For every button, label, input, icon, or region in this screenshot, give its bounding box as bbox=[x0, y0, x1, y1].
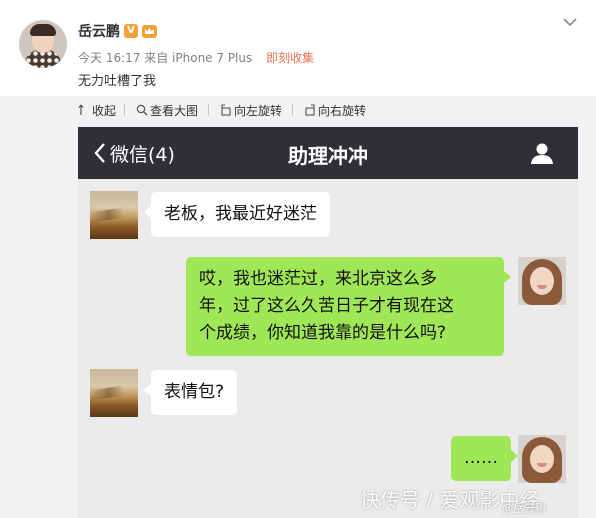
rotate-left-label: 向左旋转 bbox=[234, 103, 283, 118]
post-header: 岳云鹏 V 今天 16:17 来自 iPhone 7 Plus 即刻收集 无力吐… bbox=[0, 0, 596, 96]
post-time: 今天 16:17 bbox=[78, 51, 141, 65]
collapse-button[interactable]: 收起 bbox=[78, 102, 116, 118]
chat-nav-bar: 微信(4) 助理冲冲 bbox=[78, 127, 578, 179]
rotate-right-label: 向右旋转 bbox=[318, 103, 367, 118]
rotate-left-icon bbox=[221, 104, 231, 116]
collect-link[interactable]: 即刻收集 bbox=[266, 51, 314, 65]
message-bubble: 哎，我也迷茫过，来北京这么多 年，过了这么久苦日子才有现在这 个成绩，你知道我靠… bbox=[186, 257, 511, 356]
toolbar-divider bbox=[124, 104, 125, 116]
rotate-right-button[interactable]: 向右旋转 bbox=[304, 102, 366, 118]
verified-badge-icon: V bbox=[124, 24, 138, 38]
message-text: 老板，我最近好迷茫 bbox=[164, 204, 317, 224]
message-line: 年，过了这么久苦日子才有现在这 bbox=[199, 296, 454, 316]
post-text: 无力吐槽了我 bbox=[78, 74, 157, 89]
zoom-icon bbox=[136, 104, 148, 116]
post-source: 来自 iPhone 7 Plus bbox=[144, 51, 253, 65]
post-meta: 今天 16:17 来自 iPhone 7 Plus 即刻收集 bbox=[78, 49, 314, 66]
user-avatar[interactable] bbox=[19, 20, 67, 68]
view-large-button[interactable]: 查看大图 bbox=[136, 102, 198, 118]
toolbar-divider bbox=[292, 104, 293, 116]
girl-avatar[interactable] bbox=[518, 257, 566, 305]
message-bubble: …… bbox=[451, 436, 518, 481]
chevron-down-icon[interactable] bbox=[563, 17, 577, 27]
rotate-right-icon bbox=[305, 104, 315, 116]
view-large-label: 查看大图 bbox=[150, 103, 199, 118]
collapse-icon bbox=[78, 104, 84, 115]
crown-badge-icon bbox=[142, 25, 157, 38]
message-bubble: 表情包? bbox=[143, 370, 238, 415]
desert-avatar[interactable] bbox=[90, 191, 138, 239]
chat-title: 助理冲冲 bbox=[288, 144, 368, 168]
message-line: 哎，我也迷茫过，来北京这么多 bbox=[199, 269, 437, 289]
wechat-screenshot[interactable]: 微信(4) 助理冲冲 老板，我最近好迷茫 哎，我也迷茫过，来北京这么多 年，过了… bbox=[78, 127, 578, 518]
collapse-label: 收起 bbox=[92, 103, 117, 118]
message-line: 个成绩，你知道我靠的是什么吗? bbox=[199, 323, 447, 343]
message-text: …… bbox=[464, 448, 498, 468]
person-icon[interactable] bbox=[530, 141, 554, 165]
message-text: 表情包? bbox=[164, 382, 225, 402]
toolbar-divider bbox=[208, 104, 209, 116]
desert-avatar[interactable] bbox=[90, 369, 138, 417]
weibo-watermark: @岳云鹏 bbox=[502, 502, 546, 515]
girl-avatar[interactable] bbox=[518, 435, 566, 483]
message-bubble: 老板，我最近好迷茫 bbox=[144, 192, 330, 237]
rotate-left-button[interactable]: 向左旋转 bbox=[220, 102, 282, 118]
username[interactable]: 岳云鹏 bbox=[78, 21, 120, 41]
